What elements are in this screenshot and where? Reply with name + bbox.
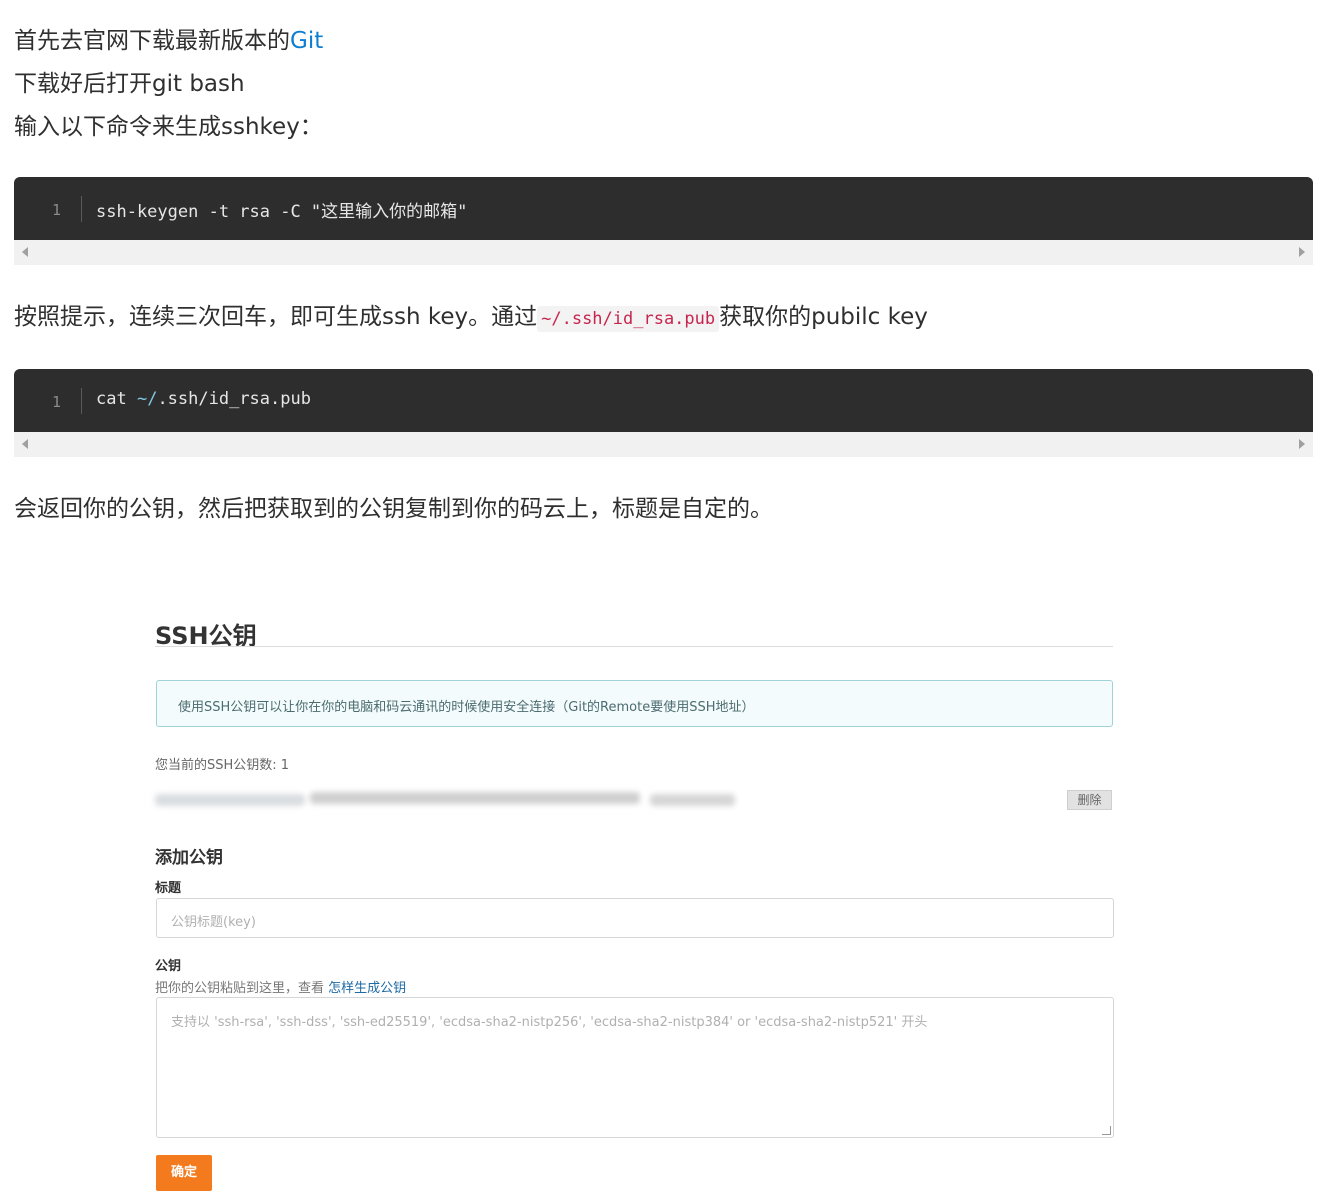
info-alert: 使用SSH公钥可以让你在你的电脑和码云通讯的时候使用安全连接（Git的Remot… [156,680,1113,727]
intro-line-1: 首先去官网下载最新版本的Git [14,28,324,54]
code-block-keygen: 1 ssh-keygen -t rsa -C "这里输入你的邮箱" [14,177,1313,240]
line-number: 1 [52,201,62,219]
confirm-button[interactable]: 确定 [156,1155,212,1191]
how-to-generate-link[interactable]: 怎样生成公钥 [328,981,406,996]
code-block-cat: 1 cat ~/.ssh/id_rsa.pub [14,369,1313,432]
scroll-right-arrow-icon[interactable] [1299,439,1305,449]
public-key-textarea[interactable]: 支持以 'ssh-rsa', 'ssh-dss', 'ssh-ed25519',… [156,997,1114,1138]
git-link[interactable]: Git [290,28,323,54]
gutter-divider [81,196,82,222]
code-scrollbar[interactable] [14,240,1313,265]
inline-code-path: ~/.ssh/id_rsa.pub [537,306,720,332]
scroll-left-arrow-icon[interactable] [22,439,28,449]
scroll-right-arrow-icon[interactable] [1299,247,1305,257]
code-line: ssh-keygen -t rsa -C "这里输入你的邮箱" [96,202,468,222]
public-key-placeholder: 支持以 'ssh-rsa', 'ssh-dss', 'ssh-ed25519',… [171,1015,928,1030]
resize-handle-icon[interactable] [1102,1126,1111,1135]
paragraph-instructions: 按照提示，连续三次回车，即可生成ssh key。通过 ~/.ssh/id_rsa.… [14,304,928,332]
line-number: 1 [52,393,62,411]
title-divider [155,646,1113,647]
ssh-key-panel: SSH公钥 使用SSH公钥可以让你在你的电脑和码云通讯的时候使用安全连接（Git… [155,600,1115,1195]
intro-line-2: 下载好后打开git bash [14,71,245,97]
key-label: 公钥 [155,959,182,974]
key-title-placeholder: 公钥标题(key) [171,915,256,930]
gutter-divider [81,388,82,414]
intro-line-3: 输入以下命令来生成sshkey： [14,114,323,140]
code-scrollbar[interactable] [14,432,1313,457]
title-label: 标题 [155,881,182,896]
delete-key-button[interactable]: 删除 [1067,790,1112,810]
scroll-left-arrow-icon[interactable] [22,247,28,257]
key-title-input[interactable]: 公钥标题(key) [156,898,1114,938]
code-line: cat ~/.ssh/id_rsa.pub [96,389,311,409]
paragraph-result: 会返回你的公钥，然后把获取到的公钥复制到你的码云上，标题是自定的。 [14,496,773,522]
add-key-heading: 添加公钥 [155,848,223,868]
key-hint: 把你的公钥粘贴到这里，查看 怎样生成公钥 [155,981,407,996]
key-count: 您当前的SSH公钥数: 1 [155,758,290,773]
